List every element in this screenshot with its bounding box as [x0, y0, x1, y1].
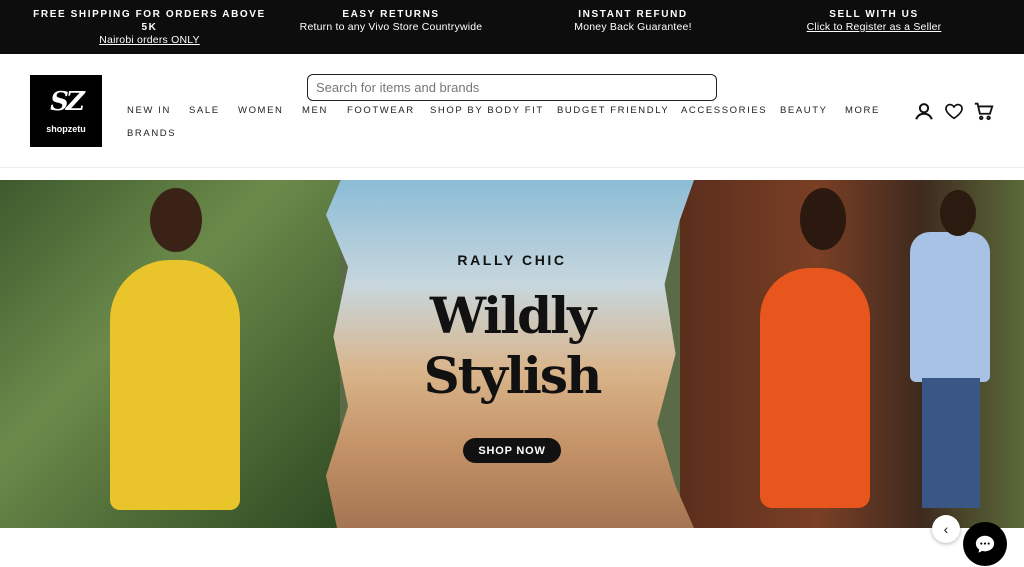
model-orange-dress [760, 268, 870, 508]
hero-eyebrow: RALLY CHIC [457, 252, 567, 268]
nav-beauty[interactable]: BEAUTY [780, 105, 828, 116]
announcement-bar: FREE SHIPPING FOR ORDERS ABOVE 5K Nairob… [0, 0, 1024, 54]
model-yellow-dress [110, 260, 240, 510]
model-head [800, 188, 846, 250]
model-head [150, 188, 202, 252]
nav-brands[interactable]: BRANDS [127, 128, 176, 139]
model-jeans [922, 378, 980, 508]
hero-headline: Wildly Stylish [326, 286, 698, 406]
nav-more[interactable]: MORE [845, 105, 880, 116]
promo-link[interactable]: Nairobi orders ONLY [32, 34, 267, 47]
promo-subtext: Money Back Guarantee! [574, 21, 692, 33]
promo-sell-with-us: SELL WITH US Click to Register as a Sell… [790, 8, 958, 34]
promo-subtext: Return to any Vivo Store Countrywide [299, 21, 483, 33]
nav-new-in[interactable]: NEW IN [127, 105, 171, 116]
heart-icon[interactable] [943, 100, 965, 122]
promo-heading: EASY RETURNS [342, 9, 440, 20]
nav-budget-friendly[interactable]: BUDGET FRIENDLY [557, 105, 669, 116]
nav-sale[interactable]: SALE [189, 105, 220, 116]
promo-heading: INSTANT REFUND [578, 9, 688, 20]
model-head [940, 190, 976, 236]
nav-men[interactable]: MEN [302, 105, 328, 116]
hero-headline-line1: Wildly [429, 286, 596, 345]
search-input[interactable] [307, 74, 717, 101]
logo-mark: SZ [50, 87, 85, 117]
promo-heading: FREE SHIPPING FOR ORDERS ABOVE 5K [33, 9, 266, 33]
promo-instant-refund: INSTANT REFUND Money Back Guarantee! [548, 8, 718, 34]
nav-footwear[interactable]: FOOTWEAR [347, 105, 415, 116]
shopzetu-logo[interactable]: SZ shopzetu [30, 75, 102, 147]
promo-easy-returns: EASY RETURNS Return to any Vivo Store Co… [286, 8, 496, 34]
chat-icon[interactable] [963, 522, 1007, 566]
cart-icon[interactable] [973, 100, 995, 122]
site-header: SZ shopzetu NEW IN SALE WOMEN MEN FOOTWE… [0, 54, 1024, 168]
hero-headline-line2: Stylish [423, 346, 603, 405]
model-blue-shirt [910, 232, 990, 382]
register-seller-link[interactable]: Click to Register as a Seller [790, 21, 958, 34]
nav-accessories[interactable]: ACCESSORIES [681, 105, 767, 116]
nav-women[interactable]: WOMEN [238, 105, 283, 116]
nav-shop-by-body-fit[interactable]: SHOP BY BODY FIT [430, 105, 544, 116]
chevron-left-icon[interactable]: ‹ [932, 515, 960, 543]
promo-free-shipping: FREE SHIPPING FOR ORDERS ABOVE 5K Nairob… [32, 8, 267, 47]
logo-wordmark: shopzetu [46, 124, 86, 134]
shop-now-button[interactable]: SHOP NOW [463, 438, 561, 463]
promo-heading: SELL WITH US [829, 9, 919, 20]
account-icon[interactable] [913, 100, 935, 122]
